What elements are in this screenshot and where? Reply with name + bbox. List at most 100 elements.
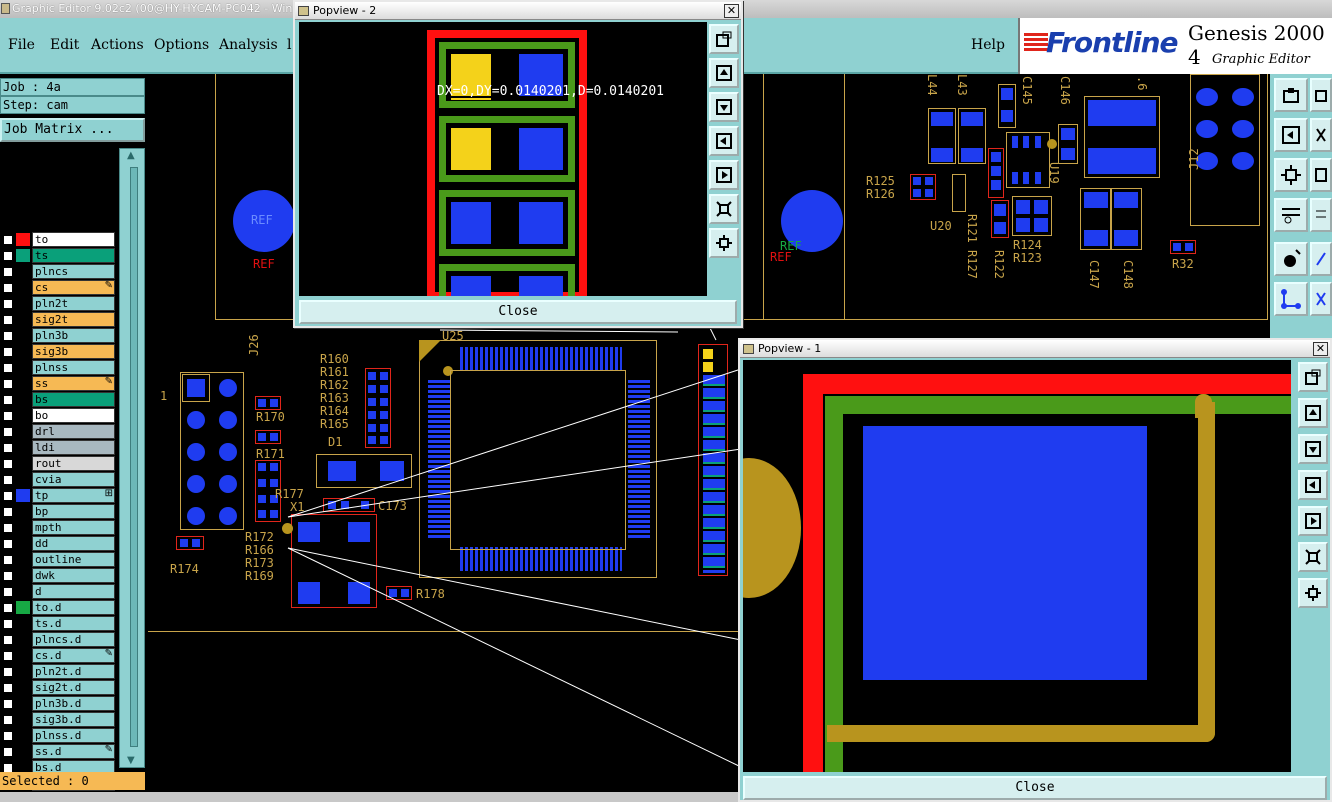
menu-actions[interactable]: Actions (91, 37, 144, 53)
popview-2-canvas[interactable]: DX=0,DY=0.0140201,D=0.0140201 (299, 22, 707, 296)
layer-name[interactable]: ss (32, 376, 115, 391)
layer-name[interactable]: plnss (32, 360, 115, 375)
layer-color-swatch[interactable] (16, 233, 30, 246)
layer-color-swatch[interactable] (16, 729, 30, 742)
layer-name[interactable]: bs (32, 392, 115, 407)
toolbar-overflow-button[interactable] (1310, 242, 1332, 276)
menu-analysis[interactable]: Analysis (219, 37, 278, 53)
layer-row[interactable]: sig3b (0, 344, 116, 359)
layer-color-swatch[interactable] (16, 697, 30, 710)
layer-row[interactable]: ss.d ✎ (0, 744, 116, 759)
layer-color-swatch[interactable] (16, 441, 30, 454)
popview-1-window[interactable]: Popview - 1 ✕ Close (738, 338, 1332, 802)
layer-color-swatch[interactable] (16, 665, 30, 678)
layer-color-swatch[interactable] (16, 521, 30, 534)
layer-color-swatch[interactable] (16, 361, 30, 374)
popview-2-close-button[interactable]: Close (299, 300, 737, 324)
layer-name[interactable]: ts.d (32, 616, 115, 631)
layer-row[interactable]: pln3b.d (0, 696, 116, 711)
layer-checkbox[interactable] (3, 331, 13, 341)
layer-row[interactable]: ts.d (0, 616, 116, 631)
toolbar-overflow-button[interactable] (1310, 198, 1332, 232)
layer-name[interactable]: bo (32, 408, 115, 423)
layer-checkbox[interactable] (3, 635, 13, 645)
popview-pan-up-button[interactable] (709, 58, 739, 88)
layer-row[interactable]: tp ⊞ (0, 488, 116, 503)
layer-checkbox[interactable] (3, 379, 13, 389)
layer-checkbox[interactable] (3, 555, 13, 565)
layer-checkbox[interactable] (3, 315, 13, 325)
layer-color-swatch[interactable] (16, 281, 30, 294)
layer-color-swatch[interactable] (16, 393, 30, 406)
layer-color-swatch[interactable] (16, 681, 30, 694)
popview-1-titlebar[interactable]: Popview - 1 ✕ (740, 340, 1330, 358)
layer-row[interactable]: plncs (0, 264, 116, 279)
popview-zoom-in-button[interactable] (1298, 542, 1328, 572)
layer-checkbox[interactable] (3, 731, 13, 741)
layer-checkbox[interactable] (3, 539, 13, 549)
layer-row[interactable]: dwk (0, 568, 116, 583)
layer-name[interactable]: d (32, 584, 115, 599)
layer-color-swatch[interactable] (16, 553, 30, 566)
layer-color-swatch[interactable] (16, 457, 30, 470)
layer-checkbox[interactable] (3, 603, 13, 613)
layer-row[interactable]: to (0, 232, 116, 247)
layer-name[interactable]: plnss.d (32, 728, 115, 743)
layer-color-swatch[interactable] (16, 473, 30, 486)
layer-color-swatch[interactable] (16, 345, 30, 358)
layer-checkbox[interactable] (3, 251, 13, 261)
layer-name[interactable]: sig3b (32, 344, 115, 359)
layer-checkbox[interactable] (3, 411, 13, 421)
layer-row[interactable]: pln2t.d (0, 664, 116, 679)
layer-checkbox[interactable] (3, 715, 13, 725)
popview-pan-left-button[interactable] (1298, 470, 1328, 500)
layer-row[interactable]: rout (0, 456, 116, 471)
scroll-thumb[interactable] (130, 167, 138, 747)
menu-edit[interactable]: Edit (50, 37, 79, 53)
toolbar-overflow-button[interactable] (1310, 78, 1332, 112)
layer-checkbox[interactable] (3, 523, 13, 533)
layer-name[interactable]: pln3b (32, 328, 115, 343)
popview-1-close-button[interactable]: Close (743, 776, 1327, 800)
layer-color-swatch[interactable] (16, 249, 30, 262)
layer-checkbox[interactable] (3, 443, 13, 453)
layer-checkbox[interactable] (3, 347, 13, 357)
popview-pan-up-button[interactable] (1298, 398, 1328, 428)
layer-row[interactable]: sig3b.d (0, 712, 116, 727)
layer-color-swatch[interactable] (16, 601, 30, 614)
layer-name[interactable]: cvia (32, 472, 115, 487)
layer-color-swatch[interactable] (16, 489, 30, 502)
fit-view-button[interactable] (1274, 158, 1308, 192)
layer-row[interactable]: drl (0, 424, 116, 439)
layer-checkbox[interactable] (3, 459, 13, 469)
layer-row[interactable]: mpth (0, 520, 116, 535)
layer-name[interactable]: dd (32, 536, 115, 551)
layer-checkbox[interactable] (3, 507, 13, 517)
popview-pan-left-button[interactable] (709, 126, 739, 156)
layer-name[interactable]: ss.d (32, 744, 115, 759)
measure-tool-button[interactable] (1274, 198, 1308, 232)
layer-row[interactable]: bs (0, 392, 116, 407)
layer-checkbox[interactable] (3, 283, 13, 293)
layer-row[interactable]: ss ✎ (0, 376, 116, 391)
layer-row[interactable]: plnss (0, 360, 116, 375)
popview-pan-right-button[interactable] (1298, 506, 1328, 536)
layer-row[interactable]: sig2t (0, 312, 116, 327)
layer-color-swatch[interactable] (16, 745, 30, 758)
layer-checkbox[interactable] (3, 699, 13, 709)
layer-name[interactable]: ldi (32, 440, 115, 455)
scroll-down-icon[interactable]: ▼ (127, 755, 135, 766)
layer-name[interactable]: sig2t.d (32, 680, 115, 695)
layer-row[interactable]: sig2t.d (0, 680, 116, 695)
layer-checkbox[interactable] (3, 395, 13, 405)
layer-name[interactable]: ts (32, 248, 115, 263)
layer-row[interactable]: outline (0, 552, 116, 567)
popview-pan-down-button[interactable] (1298, 434, 1328, 464)
layer-name[interactable]: cs.d (32, 648, 115, 663)
job-matrix-button[interactable]: Job Matrix ... (0, 118, 145, 142)
popview-zoom-out-button[interactable] (709, 228, 739, 258)
layer-color-swatch[interactable] (16, 297, 30, 310)
layer-name[interactable]: sig3b.d (32, 712, 115, 727)
layer-name[interactable]: tp (32, 488, 115, 503)
layer-row[interactable]: bp (0, 504, 116, 519)
